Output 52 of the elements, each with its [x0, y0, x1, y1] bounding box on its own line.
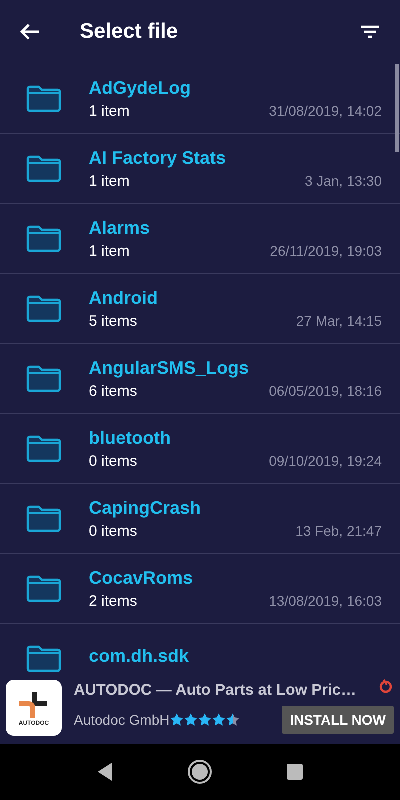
folder-name: bluetooth — [89, 428, 172, 448]
folder-name: Android — [89, 288, 159, 308]
folder-name: CocavRoms — [89, 568, 194, 588]
ad-choices-icon[interactable] — [378, 678, 394, 694]
back-nav-icon[interactable] — [96, 762, 114, 782]
scrollbar[interactable] — [395, 64, 399, 152]
item-count: 1 item — [89, 102, 130, 120]
modified-date: 27 Mar, 14:15 — [296, 312, 382, 330]
filter-icon[interactable] — [360, 24, 380, 40]
folder-name: CapingCrash — [89, 498, 202, 518]
modified-date: 13/08/2019, 16:03 — [269, 592, 382, 610]
recents-nav-icon[interactable] — [286, 763, 304, 781]
item-count: 6 items — [89, 382, 138, 400]
item-count: 5 items — [89, 312, 138, 330]
home-nav-icon[interactable] — [186, 759, 213, 785]
modified-date: 13 Feb, 21:47 — [296, 522, 382, 540]
item-count: 2 items — [89, 592, 138, 610]
item-count: 1 item — [89, 172, 130, 190]
folder-row[interactable]: CocavRoms 2 items 13/08/2019, 16:03 — [0, 554, 400, 624]
folder-row[interactable]: AngularSMS_Logs 6 items 06/05/2019, 18:16 — [0, 344, 400, 414]
folder-row[interactable]: Alarms 1 item 26/11/2019, 19:03 — [0, 204, 400, 274]
back-arrow-icon[interactable] — [20, 23, 40, 41]
folder-row[interactable]: AI Factory Stats 1 item 3 Jan, 13:30 — [0, 134, 400, 204]
item-count: 1 item — [89, 242, 130, 260]
folder-icon — [26, 294, 62, 322]
folder-name: AI Factory Stats — [89, 148, 228, 168]
screen-title: Select file — [80, 20, 180, 44]
modified-date: 09/10/2019, 19:24 — [269, 452, 382, 470]
folder-icon — [26, 364, 62, 392]
ad-title[interactable]: AUTODOC — Auto Parts at Low Pric… — [74, 682, 394, 700]
folder-row[interactable]: CapingCrash 0 items 13 Feb, 21:47 — [0, 484, 400, 554]
folder-icon — [26, 504, 62, 532]
folder-icon — [26, 644, 62, 672]
folder-row[interactable]: Android 5 items 27 Mar, 14:15 — [0, 274, 400, 344]
install-button[interactable]: INSTALL NOW — [282, 706, 394, 734]
folder-icon — [26, 224, 62, 252]
folder-icon — [26, 434, 62, 462]
folder-name: AngularSMS_Logs — [89, 358, 250, 378]
folder-icon — [26, 84, 62, 112]
modified-date: 3 Jan, 13:30 — [304, 172, 382, 190]
folder-icon — [26, 574, 62, 602]
modified-date: 26/11/2019, 19:03 — [270, 242, 382, 260]
folder-name: com.dh.sdk — [89, 646, 190, 667]
folder-name: AdGydeLog — [89, 78, 192, 98]
modified-date: 06/05/2019, 18:16 — [269, 382, 382, 400]
item-count: 0 items — [89, 522, 138, 540]
folder-row[interactable]: bluetooth 0 items 09/10/2019, 19:24 — [0, 414, 400, 484]
folder-name: Alarms — [89, 218, 152, 238]
publisher-name: Autodoc GmbH — [74, 712, 170, 728]
item-count: 0 items — [89, 452, 138, 470]
folder-icon — [26, 154, 62, 182]
modified-date: 31/08/2019, 14:02 — [269, 102, 382, 120]
